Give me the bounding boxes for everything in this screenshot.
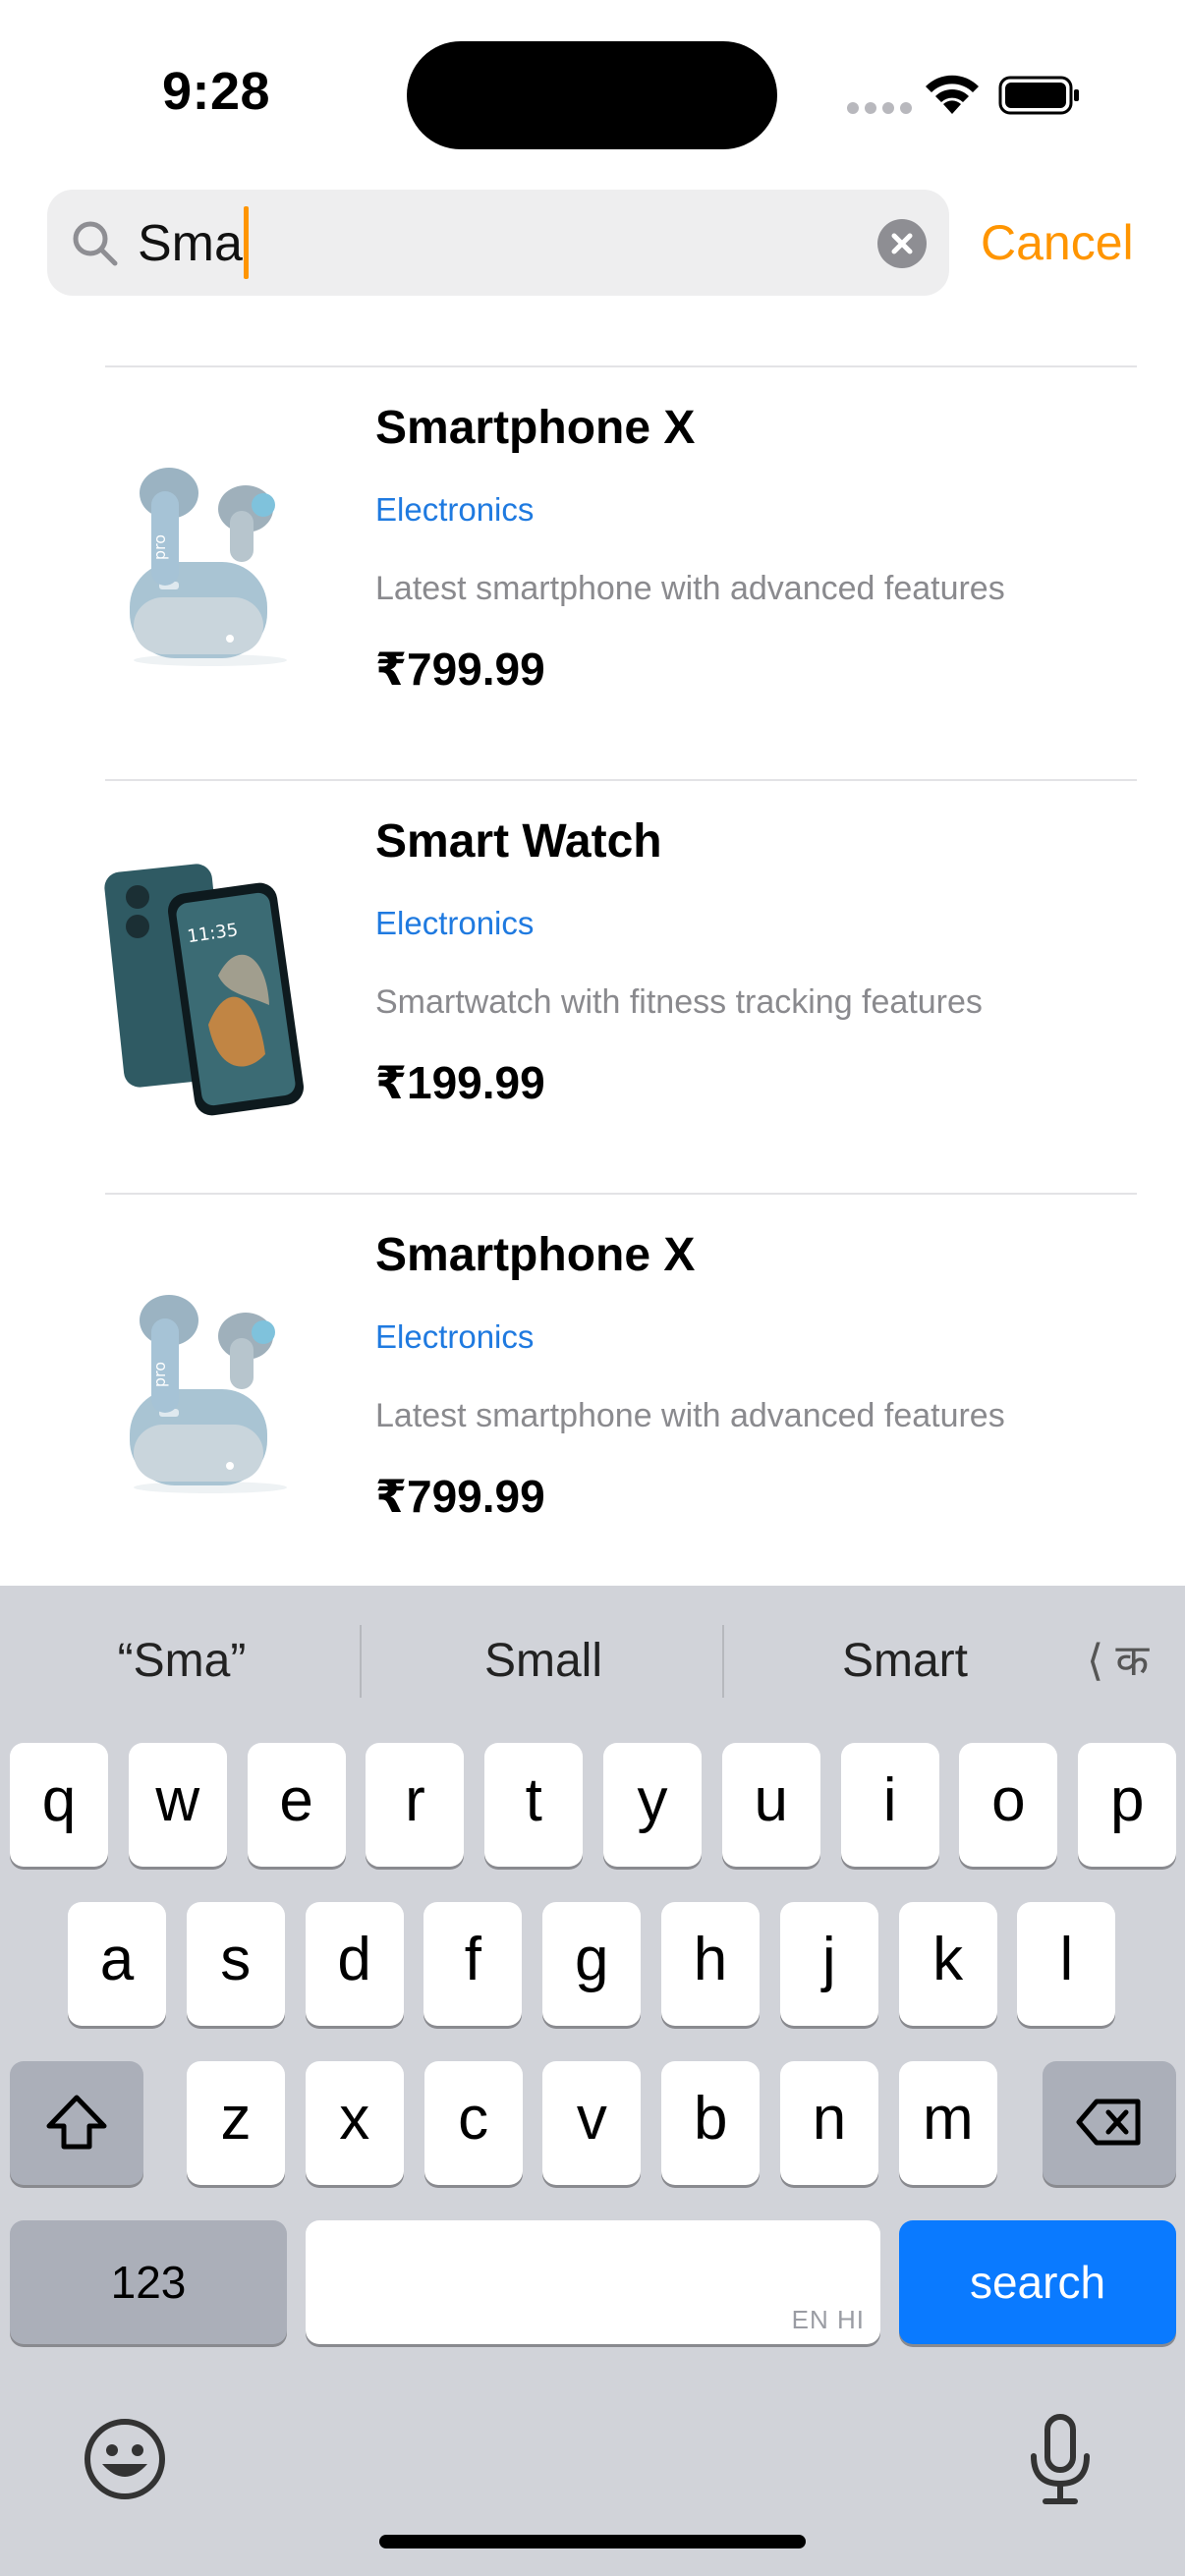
key-m[interactable]: m bbox=[898, 2061, 997, 2185]
key-f[interactable]: f bbox=[423, 1902, 523, 2026]
status-time: 9:28 bbox=[161, 62, 271, 121]
key-a[interactable]: a bbox=[68, 1902, 166, 2026]
battery-icon bbox=[998, 76, 1079, 115]
list-item[interactable]: 11:35 Smart Watch Electronics Smartwatch… bbox=[0, 779, 1185, 1193]
key-k[interactable]: k bbox=[898, 1902, 997, 2026]
svg-text:pro: pro bbox=[150, 1362, 169, 1387]
key-h[interactable]: h bbox=[661, 1902, 760, 2026]
key-p[interactable]: p bbox=[1078, 1743, 1177, 1867]
text-caret bbox=[243, 206, 249, 280]
key-b[interactable]: b bbox=[661, 2061, 761, 2185]
key-q[interactable]: q bbox=[10, 1743, 108, 1867]
search-key[interactable]: search bbox=[899, 2220, 1176, 2344]
divider bbox=[105, 1193, 1137, 1195]
space-language-hint: EN HI bbox=[791, 2305, 865, 2334]
cancel-button[interactable]: Cancel bbox=[981, 208, 1134, 277]
divider bbox=[722, 1625, 724, 1698]
emoji-icon[interactable] bbox=[83, 2417, 167, 2501]
product-price: ₹799.99 bbox=[375, 1471, 545, 1522]
key-l[interactable]: l bbox=[1017, 1902, 1116, 2026]
product-category: Electronics bbox=[375, 491, 535, 528]
key-z[interactable]: z bbox=[187, 2061, 285, 2185]
keyboard: “Sma” Small Smart ⟨ क qwertyuiop asdfghj… bbox=[0, 1586, 1185, 2576]
key-c[interactable]: c bbox=[423, 2061, 523, 2185]
suggestion-item[interactable]: “Sma” bbox=[39, 1625, 324, 1698]
product-description: Latest smartphone with advanced features bbox=[375, 570, 1005, 607]
key-o[interactable]: o bbox=[959, 1743, 1058, 1867]
product-description: Latest smartphone with advanced features bbox=[375, 1397, 1005, 1434]
list-item[interactable]: pro Smartphone X Electronics Latest smar… bbox=[0, 365, 1185, 779]
key-i[interactable]: i bbox=[840, 1743, 939, 1867]
list-item[interactable]: pro Smartphone X Electronics Latest smar… bbox=[0, 1193, 1185, 1606]
delete-icon bbox=[1076, 2099, 1141, 2146]
product-price: ₹199.99 bbox=[375, 1057, 545, 1108]
search-results-list: pro Smartphone X Electronics Latest smar… bbox=[0, 365, 1185, 1606]
product-title: Smartphone X bbox=[375, 1229, 696, 1281]
wifi-icon bbox=[926, 75, 979, 114]
search-icon bbox=[73, 221, 118, 266]
home-indicator bbox=[379, 2535, 806, 2548]
key-u[interactable]: u bbox=[721, 1743, 820, 1867]
divider bbox=[105, 365, 1137, 367]
search-bar[interactable]: Sma bbox=[47, 190, 949, 296]
search-input[interactable]: Sma bbox=[138, 206, 249, 280]
key-e[interactable]: e bbox=[247, 1743, 346, 1867]
product-description: Smartwatch with fitness tracking feature… bbox=[375, 983, 983, 1021]
key-s[interactable]: s bbox=[186, 1902, 285, 2026]
clear-search-icon[interactable] bbox=[877, 219, 927, 268]
key-w[interactable]: w bbox=[128, 1743, 227, 1867]
divider bbox=[360, 1625, 362, 1698]
numbers-key[interactable]: 123 bbox=[10, 2220, 287, 2344]
divider bbox=[105, 779, 1137, 781]
product-title: Smartphone X bbox=[375, 402, 696, 454]
key-n[interactable]: n bbox=[780, 2061, 878, 2185]
svg-text:pro: pro bbox=[150, 534, 169, 560]
search-query: Sma bbox=[138, 215, 243, 272]
key-j[interactable]: j bbox=[779, 1902, 878, 2026]
earbuds-image: pro bbox=[130, 1295, 287, 1493]
key-y[interactable]: y bbox=[603, 1743, 702, 1867]
phone-image: 11:35 bbox=[104, 864, 304, 1116]
key-x[interactable]: x bbox=[305, 2061, 404, 2185]
earbuds-image: pro bbox=[130, 468, 287, 666]
key-d[interactable]: d bbox=[305, 1902, 404, 2026]
key-g[interactable]: g bbox=[542, 1902, 642, 2026]
key-t[interactable]: t bbox=[484, 1743, 584, 1867]
product-title: Smart Watch bbox=[375, 815, 662, 868]
delete-key[interactable] bbox=[1043, 2061, 1176, 2185]
shift-key[interactable] bbox=[10, 2061, 143, 2185]
language-switch-button[interactable]: ⟨ क bbox=[1087, 1625, 1149, 1698]
shift-icon bbox=[46, 2095, 107, 2150]
key-v[interactable]: v bbox=[542, 2061, 642, 2185]
dynamic-island bbox=[407, 41, 777, 149]
screen: 9:28 Sma Cancel pro Smartphone X Electro… bbox=[0, 0, 1185, 2576]
key-r[interactable]: r bbox=[366, 1743, 465, 1867]
product-price: ₹799.99 bbox=[375, 644, 545, 695]
suggestion-item[interactable]: Smart bbox=[762, 1625, 1047, 1698]
suggestion-bar: “Sma” Small Smart ⟨ क bbox=[0, 1586, 1185, 1743]
space-key[interactable]: EN HI bbox=[306, 2220, 880, 2344]
signal-dots-icon bbox=[847, 102, 912, 114]
suggestion-item[interactable]: Small bbox=[401, 1625, 686, 1698]
product-category: Electronics bbox=[375, 905, 535, 941]
microphone-icon[interactable] bbox=[1026, 2413, 1095, 2507]
product-category: Electronics bbox=[375, 1318, 535, 1355]
